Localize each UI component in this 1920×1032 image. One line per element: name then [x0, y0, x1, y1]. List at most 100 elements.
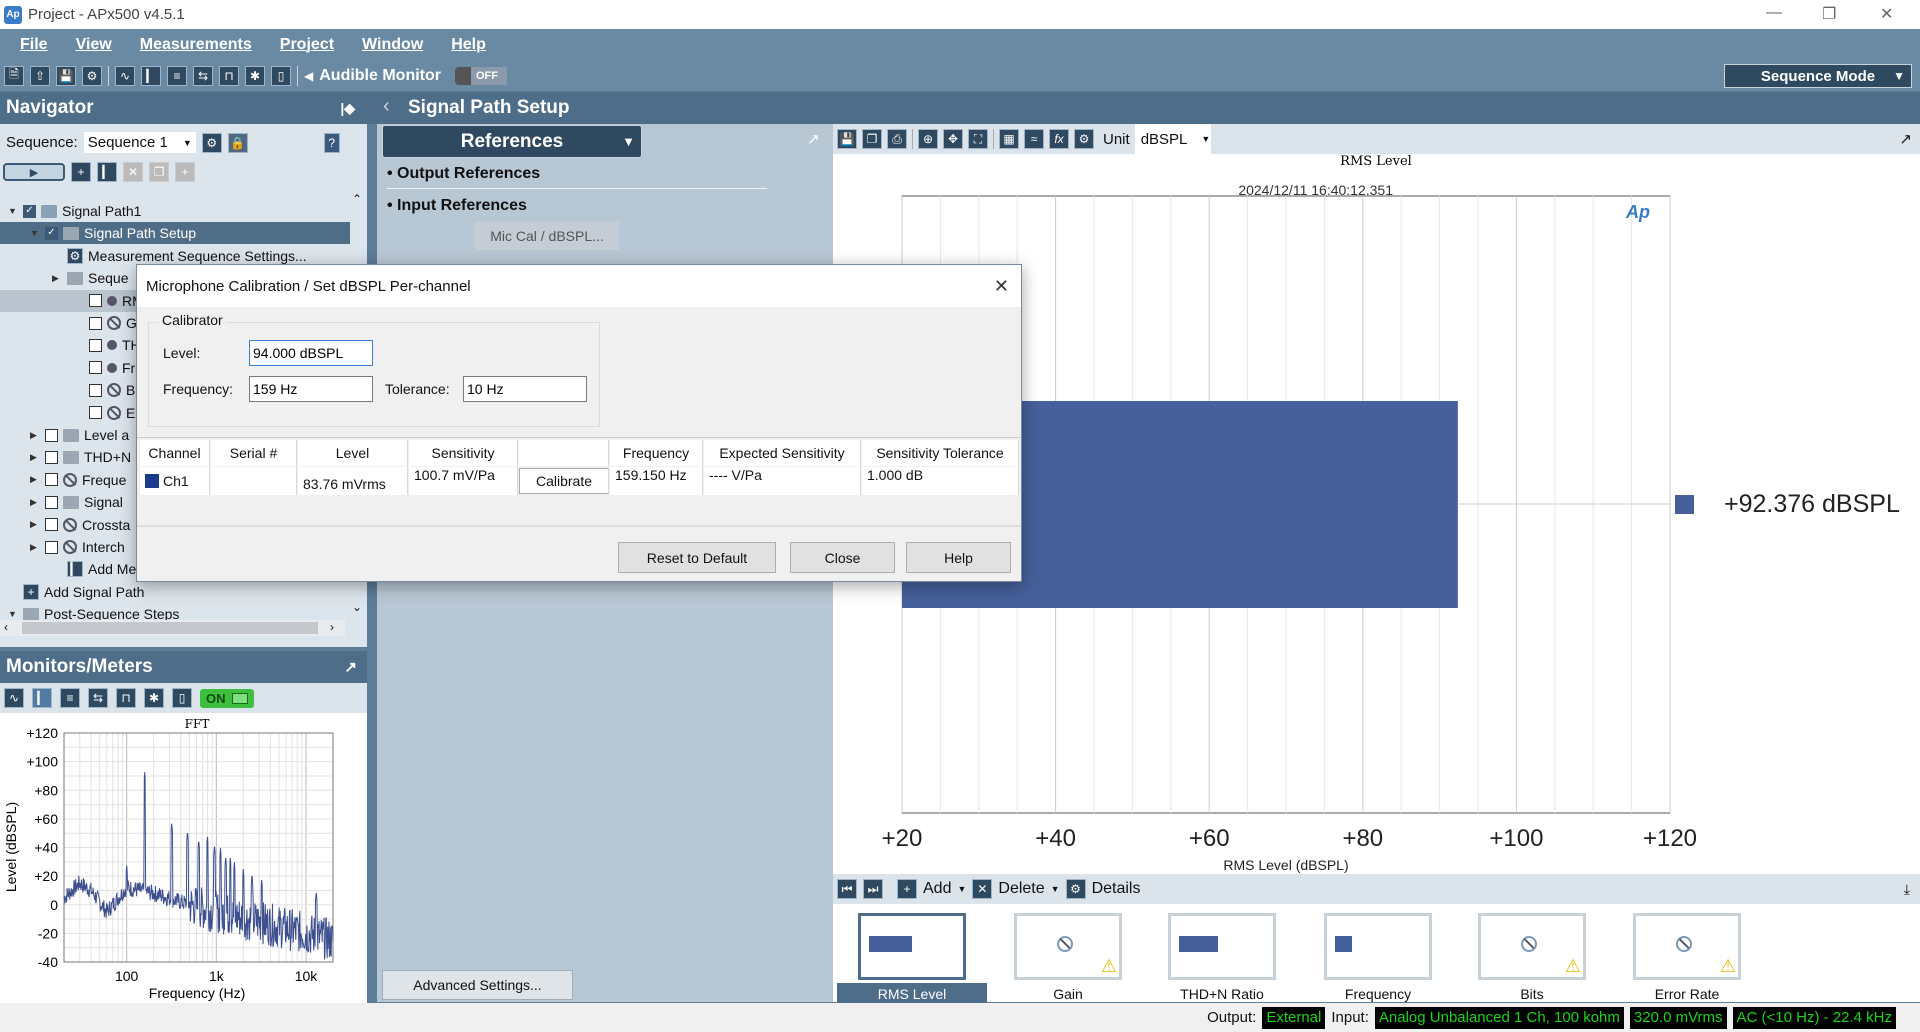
back-chevron-icon[interactable]: ‹: [383, 95, 390, 118]
tolerance-input[interactable]: [463, 376, 587, 402]
result-label[interactable]: RMS Level: [837, 983, 987, 1005]
meters-icon[interactable]: ≡: [60, 688, 80, 708]
function-icon[interactable]: fx: [1049, 129, 1069, 149]
restore-icon[interactable]: ❐: [1822, 4, 1836, 24]
checkbox[interactable]: [45, 495, 58, 509]
io-switch-icon[interactable]: ⇆: [88, 688, 108, 708]
scroll-down-icon[interactable]: ⌄: [352, 600, 362, 614]
checkbox[interactable]: [89, 383, 102, 397]
result-thumbnail[interactable]: [858, 913, 966, 980]
result-label[interactable]: Frequency: [1303, 983, 1453, 1005]
expand-closed-icon[interactable]: ▶: [30, 542, 40, 553]
tree-item[interactable]: ▼ ✓ Signal Path1: [0, 200, 350, 222]
bluetooth-icon[interactable]: ✱: [144, 688, 164, 708]
checkbox[interactable]: [89, 361, 102, 375]
copy-graph-icon[interactable]: ❐: [862, 129, 882, 149]
result-label[interactable]: THD+N Ratio: [1147, 983, 1297, 1005]
paste-icon[interactable]: +: [175, 162, 195, 182]
advanced-settings-button[interactable]: Advanced Settings...: [382, 970, 573, 1000]
result-thumbnail[interactable]: [1324, 913, 1432, 980]
pin-icon[interactable]: |◆: [340, 100, 355, 117]
help-button[interactable]: Help: [906, 542, 1011, 573]
bluetooth-icon[interactable]: ✱: [245, 65, 265, 86]
copy-icon[interactable]: ❐: [149, 162, 169, 182]
sequence-settings-gear-icon[interactable]: ⚙: [201, 132, 222, 153]
pan-icon[interactable]: ✥: [943, 129, 963, 149]
tree-item[interactable]: + Add Signal Path: [0, 581, 350, 603]
minimize-icon[interactable]: —: [1766, 4, 1782, 22]
checkbox[interactable]: [45, 473, 58, 487]
digital-icon[interactable]: ▯: [172, 688, 192, 708]
menu-project[interactable]: Project: [280, 36, 334, 54]
open-project-icon[interactable]: ⇧: [30, 65, 50, 86]
result-thumbnail[interactable]: ⚠: [1478, 913, 1586, 980]
close-button[interactable]: Close: [790, 542, 895, 573]
checkbox[interactable]: ✓: [45, 226, 58, 240]
add-signal-path-icon[interactable]: +: [71, 162, 91, 182]
input-references-section[interactable]: • Input References: [387, 197, 527, 215]
graph-settings-gear-icon[interactable]: ⚙: [1074, 129, 1094, 149]
lock-icon[interactable]: 🔒: [227, 132, 248, 153]
horizontal-scrollbar[interactable]: ‹ ›: [0, 620, 345, 636]
mic-cal-button[interactable]: Mic Cal / dBSPL...: [475, 222, 619, 250]
input-range-status[interactable]: 320.0 mVrms: [1629, 1006, 1727, 1029]
scroll-right-icon[interactable]: ›: [330, 620, 334, 634]
calibrate-button[interactable]: Calibrate: [519, 468, 609, 494]
pop-out-icon[interactable]: ↗: [344, 658, 357, 676]
output-references-section[interactable]: • Output References: [387, 165, 540, 183]
zoom-icon[interactable]: ⊕: [918, 129, 938, 149]
input-status[interactable]: Analog Unbalanced 1 Ch, 100 kohm: [1374, 1006, 1624, 1029]
scroll-left-icon[interactable]: ‹: [4, 620, 8, 634]
cell-serial[interactable]: [211, 467, 297, 495]
result-label[interactable]: Bits: [1457, 983, 1607, 1005]
delete-icon[interactable]: ✕: [123, 162, 143, 182]
bandwidth-status[interactable]: AC (<10 Hz) - 22.4 kHz: [1732, 1006, 1896, 1029]
frequency-input[interactable]: [249, 376, 373, 402]
table-icon[interactable]: ▦: [999, 129, 1019, 149]
menu-file[interactable]: File: [20, 36, 48, 54]
expand-closed-icon[interactable]: ▶: [30, 519, 40, 530]
cell-sensitivity-tolerance[interactable]: 1.000 dB: [862, 467, 1019, 495]
expand-open-icon[interactable]: ▼: [8, 206, 18, 216]
expand-closed-icon[interactable]: ▶: [52, 273, 62, 284]
help-icon[interactable]: ?: [323, 132, 340, 153]
reset-to-default-button[interactable]: Reset to Default: [618, 542, 776, 573]
expand-closed-icon[interactable]: ▶: [30, 497, 40, 508]
scope-icon[interactable]: ∿: [4, 688, 24, 708]
expand-closed-icon[interactable]: ▶: [30, 430, 40, 441]
checkbox[interactable]: ✓: [23, 204, 36, 218]
monitors-toggle[interactable]: ON: [200, 688, 254, 708]
references-dropdown[interactable]: References ▼: [382, 125, 642, 158]
checkbox[interactable]: [45, 518, 58, 532]
save-icon[interactable]: 💾: [56, 65, 76, 86]
menu-measurements[interactable]: Measurements: [140, 36, 252, 54]
menu-window[interactable]: Window: [362, 36, 423, 54]
checkbox[interactable]: [45, 450, 58, 464]
result-thumbnail[interactable]: ⚠: [1014, 913, 1122, 980]
result-label[interactable]: Error Rate: [1612, 983, 1762, 1005]
checkbox[interactable]: [89, 338, 102, 352]
result-thumbnail[interactable]: ⚠: [1633, 913, 1741, 980]
output-status[interactable]: External: [1262, 1006, 1326, 1029]
sequence-select[interactable]: Sequence 1 ▼: [83, 132, 196, 153]
scroll-up-icon[interactable]: ⌃: [352, 192, 362, 206]
fit-icon[interactable]: ⛶: [968, 129, 988, 149]
pulse-icon[interactable]: ⊓: [116, 688, 136, 708]
cell-expected-sensitivity[interactable]: ---- V/Pa: [704, 467, 861, 495]
dialog-close-icon[interactable]: ✕: [994, 276, 1009, 297]
expand-open-icon[interactable]: ▼: [30, 228, 40, 238]
pop-out-icon[interactable]: ↗: [807, 130, 820, 148]
fft-icon[interactable]: ▎: [32, 688, 52, 708]
expand-open-icon[interactable]: ▼: [8, 609, 18, 619]
save-graph-icon[interactable]: 💾: [837, 129, 857, 149]
run-sequence-button[interactable]: ▶: [3, 163, 65, 181]
io-switch-icon[interactable]: ⇆: [193, 65, 213, 86]
pulse-icon[interactable]: ⊓: [219, 65, 239, 86]
scroll-thumb[interactable]: [22, 622, 318, 634]
scope-icon[interactable]: ∿: [115, 65, 135, 86]
pop-out-icon[interactable]: ↗: [1899, 130, 1912, 148]
menu-view[interactable]: View: [76, 36, 112, 54]
fft-icon[interactable]: ▎: [141, 65, 161, 86]
sequence-mode-button[interactable]: Sequence Mode ▼: [1724, 64, 1912, 88]
digital-icon[interactable]: ▯: [271, 65, 291, 86]
